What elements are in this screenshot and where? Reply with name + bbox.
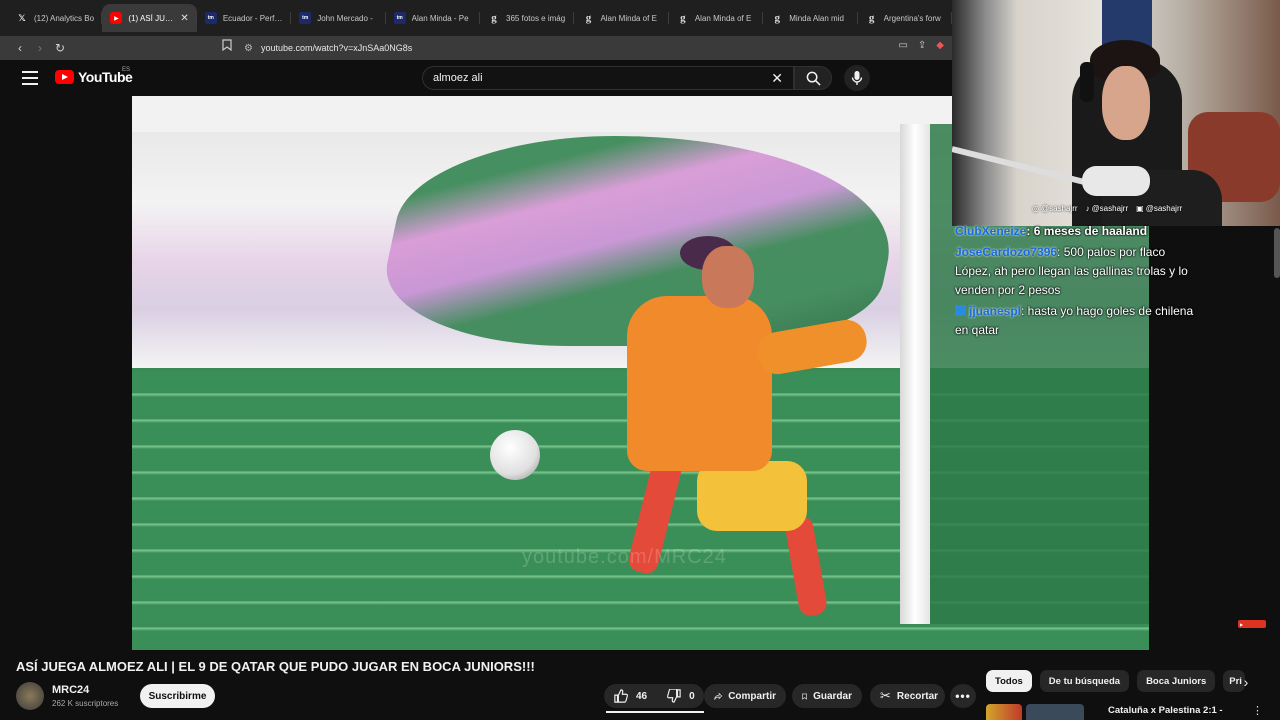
getty-icon: g xyxy=(774,12,781,24)
browser-tab[interactable]: g 365 fotos e imág xyxy=(480,4,575,32)
chip-from-search[interactable]: De tu búsqueda xyxy=(1039,670,1130,692)
subscriber-count: 262 K suscriptores xyxy=(52,699,119,708)
bookmark-icon[interactable] xyxy=(222,39,236,55)
back-icon[interactable]: ‹ xyxy=(10,38,30,58)
url-field[interactable]: ⚙ youtube.com/watch?v=xJnSAa0NG8s xyxy=(244,38,944,58)
menu-icon[interactable] xyxy=(22,71,38,85)
chip-all[interactable]: Todos xyxy=(986,670,1032,692)
youtube-play-icon xyxy=(55,70,74,84)
youtube-mini-badge-icon: ▶ xyxy=(1238,620,1266,628)
clip-button[interactable]: ✂ Recortar xyxy=(870,684,945,708)
like-dislike-group: 46 0 xyxy=(604,684,704,708)
save-button[interactable]: Guardar xyxy=(792,684,862,708)
goal-post xyxy=(900,124,930,624)
tiktok-icon: ♪ xyxy=(1085,204,1090,213)
like-button[interactable]: 46 xyxy=(604,684,657,708)
video-title: ASÍ JUEGA ALMOEZ ALI | EL 9 DE QATAR QUE… xyxy=(16,659,535,674)
clear-search-icon[interactable]: ✕ xyxy=(771,70,783,87)
channel-name[interactable]: MRC24 xyxy=(52,684,89,696)
scrollbar-thumb[interactable] xyxy=(1274,228,1280,278)
chat-message: JoseCardozo7396: 500 palos por flaco Lóp… xyxy=(955,245,1188,297)
chevron-right-icon[interactable]: › xyxy=(1236,672,1256,692)
chat-message: jjuanespl: hasta yo hago goles de chilen… xyxy=(955,304,1194,337)
youtube-logo[interactable]: YouTube ES xyxy=(55,67,133,85)
scissors-icon: ✂ xyxy=(880,688,891,703)
browser-tab[interactable]: g Alan Minda of E xyxy=(574,4,669,32)
stream-chat: ClubXeneize: 6 meses de haaland JoseCard… xyxy=(955,222,1195,342)
search-icon xyxy=(806,71,821,86)
recommended-video[interactable]: Cataluña x Palestina 2:1 - ⋮ xyxy=(986,704,1266,720)
like-indicator xyxy=(606,711,704,713)
browser-tab-active[interactable]: ▶ (1) ASÍ JUEG ✕ xyxy=(102,4,197,32)
getty-icon: g xyxy=(868,12,875,24)
more-vert-icon[interactable]: ⋮ xyxy=(1252,704,1263,717)
chat-username: ClubXeneize xyxy=(955,224,1027,238)
share-page-icon[interactable]: ⇪ xyxy=(918,40,926,51)
chat-badge-icon xyxy=(955,305,966,316)
more-actions-button[interactable]: ••• xyxy=(950,684,976,708)
share-icon xyxy=(714,692,723,700)
recommendation-filter-chips: Todos De tu búsqueda Boca Juniors Pri xyxy=(986,670,1246,692)
search-input[interactable]: almoez ali xyxy=(433,72,771,84)
cast-icon[interactable]: ▭ xyxy=(898,40,907,51)
search-box[interactable]: almoez ali ✕ xyxy=(422,66,794,90)
instagram-icon: ◎ xyxy=(1032,204,1039,213)
browser-tab[interactable]: g Alan Minda of E xyxy=(669,4,764,32)
thumbs-down-icon xyxy=(667,689,681,703)
video-thumbnail xyxy=(986,704,1022,720)
reload-icon[interactable]: ↻ xyxy=(50,38,70,58)
search-button[interactable] xyxy=(794,66,832,90)
football xyxy=(490,430,540,480)
browser-tab[interactable]: tm Ecuador - Perfil d xyxy=(197,4,292,32)
dislike-button[interactable]: 0 xyxy=(657,684,705,708)
subscribe-button[interactable]: Suscribirme xyxy=(140,684,215,708)
browser-tab[interactable]: tm Alan Minda - Pe xyxy=(386,4,481,32)
dislike-count: 0 xyxy=(689,690,695,702)
address-bar-actions: ▭ ⇪ ◆ xyxy=(898,40,944,51)
chat-username: JoseCardozo7396 xyxy=(955,245,1058,259)
x-icon: 𝕏 xyxy=(18,12,26,23)
close-tab-icon[interactable]: ✕ xyxy=(180,13,188,24)
address-bar: ‹ › ↻ ⚙ youtube.com/watch?v=xJnSAa0NG8s … xyxy=(0,36,952,60)
more-icon: ••• xyxy=(955,689,971,703)
microphone-icon xyxy=(851,71,863,85)
chip-boca-juniors[interactable]: Boca Juniors xyxy=(1137,670,1216,692)
save-icon xyxy=(802,693,807,700)
site-info-icon[interactable]: ⚙ xyxy=(244,43,253,54)
youtube-icon: ▶ xyxy=(110,12,123,24)
transfermarkt-icon: tm xyxy=(204,12,217,24)
transfermarkt-icon: tm xyxy=(393,12,406,24)
video-watermark: youtube.com/MRC24 xyxy=(522,546,727,568)
extension-icon[interactable]: ◆ xyxy=(936,40,944,51)
transfermarkt-icon: tm xyxy=(299,12,312,24)
share-button[interactable]: Compartir xyxy=(704,684,786,708)
browser-tab[interactable]: 𝕏 (12) Analytics Bo xyxy=(8,4,103,32)
recommended-title: Cataluña x Palestina 2:1 - xyxy=(1108,705,1223,716)
browser-tab[interactable]: g Argentina's forw xyxy=(858,4,952,32)
voice-search-button[interactable] xyxy=(844,65,870,91)
getty-icon: g xyxy=(680,12,686,24)
goalkeeper xyxy=(627,296,772,471)
forward-icon[interactable]: › xyxy=(30,38,50,58)
twitch-icon: ▣ xyxy=(1136,204,1144,213)
social-handles: ◎ @sashajrr ♪ @sashajrr ▣ @sashajrr xyxy=(1032,204,1183,213)
webcam-overlay: ◎ @sashajrr ♪ @sashajrr ▣ @sashajrr xyxy=(952,0,1280,226)
browser-tab[interactable]: tm John Mercado - xyxy=(291,4,386,32)
like-count: 46 xyxy=(636,690,648,702)
getty-icon: g xyxy=(491,12,497,24)
headset-icon xyxy=(1080,62,1094,102)
chat-username: jjuanespl xyxy=(969,304,1022,318)
chat-message: ClubXeneize: 6 meses de haaland xyxy=(955,224,1148,238)
browser-tab-strip: 𝕏 (12) Analytics Bo ▶ (1) ASÍ JUEG ✕ tm … xyxy=(0,0,952,36)
youtube-header: YouTube ES almoez ali ✕ xyxy=(0,60,952,96)
channel-avatar[interactable] xyxy=(16,682,44,710)
getty-icon: g xyxy=(585,12,592,24)
thumbs-up-icon xyxy=(614,689,628,703)
browser-tab[interactable]: g Minda Alan mid xyxy=(763,4,858,32)
microphone xyxy=(1082,166,1150,196)
